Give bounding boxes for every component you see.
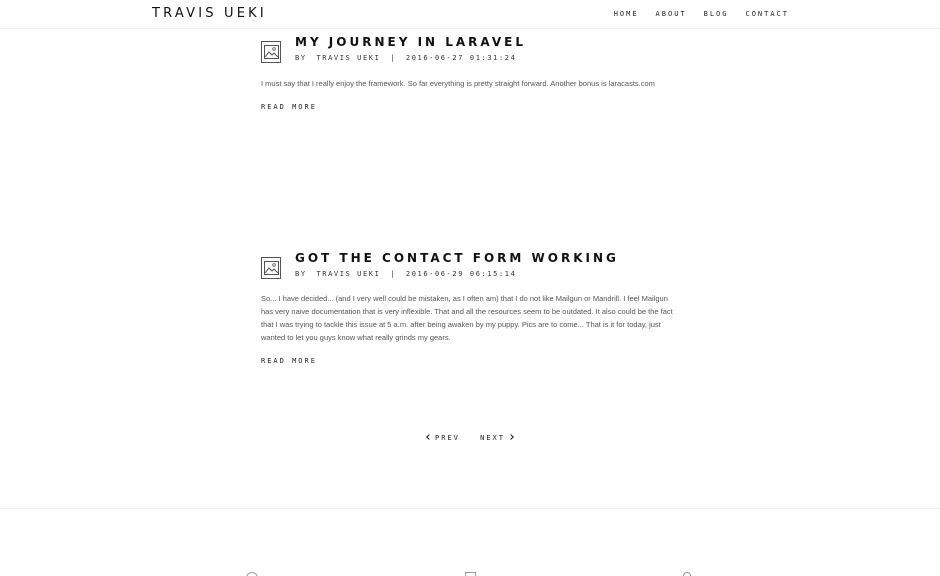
- post-timestamp: 2016-06-27 01:31:24: [405, 54, 517, 62]
- post-header: MY JOURNEY IN LARAVEL BY TRAVIS UEKI | 2…: [261, 35, 681, 71]
- post-meta: BY TRAVIS UEKI | 2016-06-29 06:15:14: [295, 270, 520, 278]
- post-excerpt: I must say that I really enjoy the frame…: [261, 79, 655, 88]
- post-title[interactable]: MY JOURNEY IN LARAVEL: [295, 35, 526, 49]
- prev-page-link[interactable]: PREV: [426, 434, 460, 442]
- site-brand[interactable]: TRAVIS UEKI: [152, 6, 267, 21]
- pagination: PREV NEXT: [0, 434, 940, 442]
- post-timestamp: 2016-06-29 06:15:14: [405, 270, 517, 278]
- post-excerpt: So... I have decided... (and I very well…: [261, 294, 673, 342]
- post-author: TRAVIS UEKI: [316, 270, 381, 278]
- blog-post: GOT THE CONTACT FORM WORKING BY TRAVIS U…: [261, 251, 681, 367]
- image-placeholder-icon: [261, 41, 281, 63]
- nav-blog[interactable]: BLOG: [704, 10, 729, 18]
- main-nav: HOME ABOUT BLOG CONTACT: [597, 10, 789, 18]
- location-icon: [246, 572, 258, 576]
- nav-home[interactable]: HOME: [614, 10, 639, 18]
- footer-divider: [0, 508, 940, 509]
- read-more-link[interactable]: READ MORE: [261, 357, 317, 365]
- prev-label: PREV: [435, 434, 460, 442]
- nav-contact[interactable]: CONTACT: [745, 10, 789, 18]
- image-placeholder-icon: [261, 257, 281, 279]
- post-separator: |: [390, 54, 397, 62]
- blog-post: MY JOURNEY IN LARAVEL BY TRAVIS UEKI | 2…: [261, 35, 681, 113]
- post-header: GOT THE CONTACT FORM WORKING BY TRAVIS U…: [261, 251, 681, 287]
- post-meta: BY TRAVIS UEKI | 2016-06-27 01:31:24: [295, 54, 520, 62]
- chevron-right-icon: [508, 434, 514, 440]
- chevron-left-icon: [426, 434, 432, 440]
- next-page-link[interactable]: NEXT: [480, 434, 514, 442]
- mail-icon: [465, 572, 476, 576]
- post-author: TRAVIS UEKI: [316, 54, 381, 62]
- nav-about[interactable]: ABOUT: [656, 10, 687, 18]
- pin-icon: [681, 570, 693, 576]
- post-title[interactable]: GOT THE CONTACT FORM WORKING: [295, 251, 619, 265]
- post-by: BY: [295, 270, 307, 278]
- read-more-link[interactable]: READ MORE: [261, 103, 317, 111]
- next-label: NEXT: [480, 434, 505, 442]
- site-header: TRAVIS UEKI HOME ABOUT BLOG CONTACT: [0, 0, 940, 29]
- post-by: BY: [295, 54, 307, 62]
- post-separator: |: [390, 270, 397, 278]
